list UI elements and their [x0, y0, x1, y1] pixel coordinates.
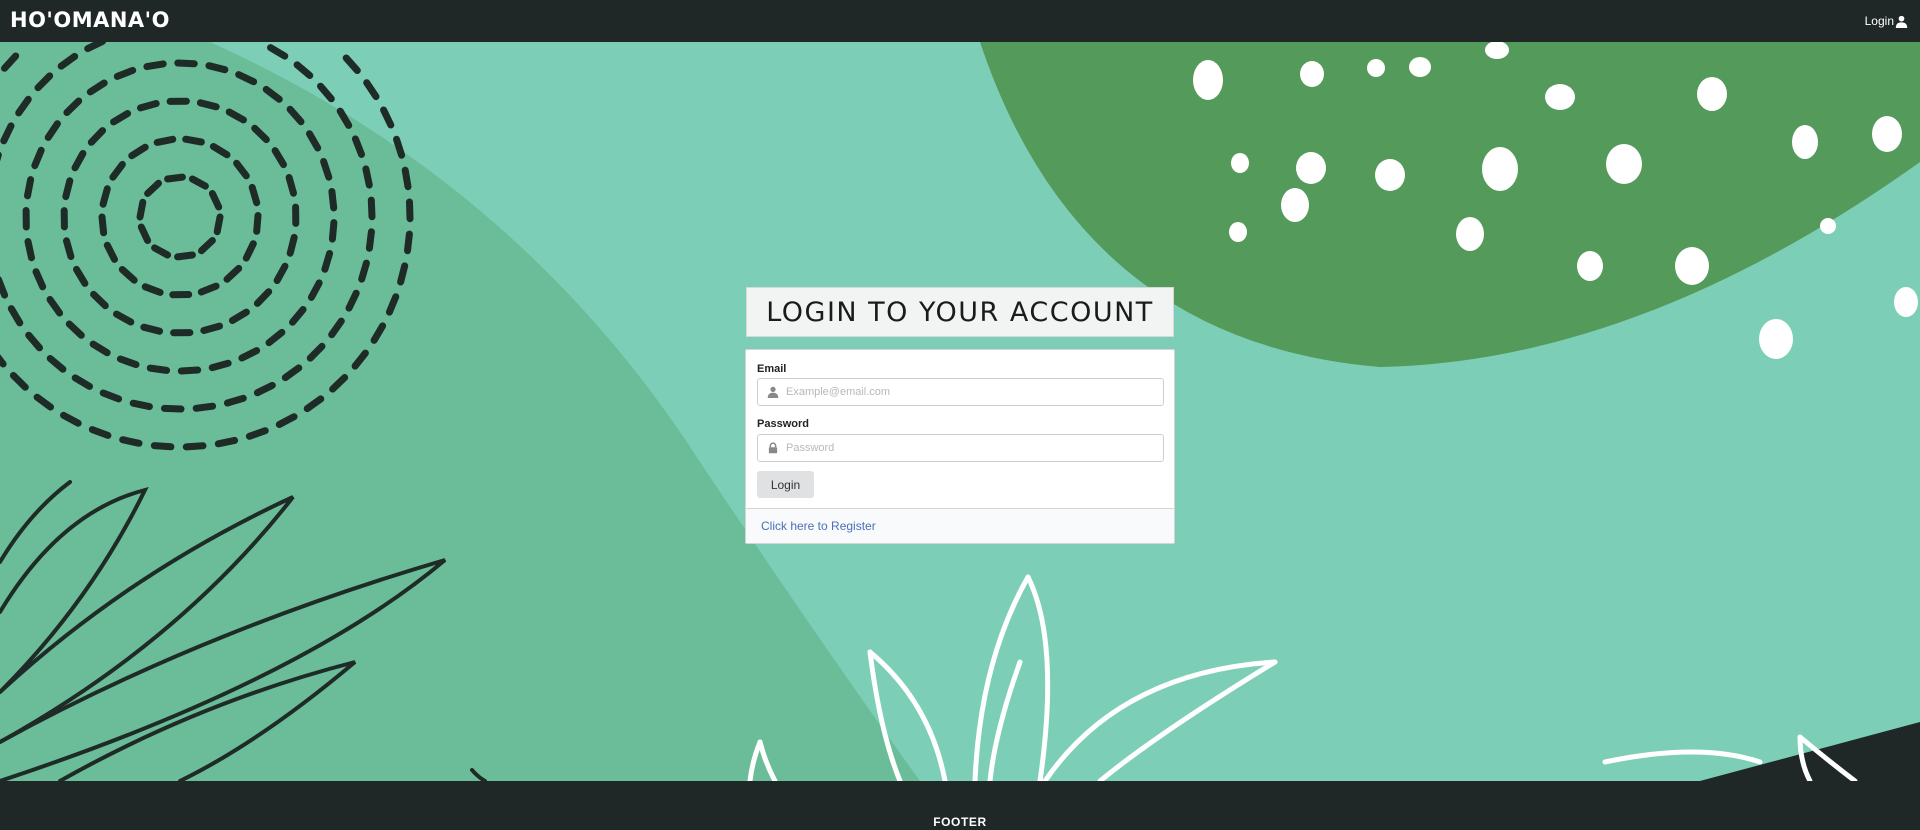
password-input[interactable] [786, 435, 1156, 461]
email-field-wrapper [757, 378, 1164, 406]
password-field-wrapper [757, 434, 1164, 462]
login-title-box: LOGIN TO YOUR ACCOUNT [746, 287, 1174, 337]
login-submit-button[interactable]: Login [757, 471, 814, 498]
lock-icon [768, 442, 778, 454]
brand-logo[interactable]: HO'OMANA'O [10, 8, 170, 32]
login-title: LOGIN TO YOUR ACCOUNT [766, 297, 1154, 328]
user-icon [1895, 15, 1908, 28]
register-link[interactable]: Click here to Register [761, 519, 876, 533]
email-label: Email [757, 363, 787, 375]
login-form: Email Password Login Click here to Regis… [745, 349, 1175, 544]
footer-text: FOOTER [933, 815, 987, 829]
page-footer: FOOTER [0, 781, 1920, 830]
user-icon [767, 386, 779, 398]
register-footer: Click here to Register [746, 508, 1174, 543]
email-input[interactable] [786, 379, 1156, 405]
password-label: Password [757, 418, 809, 430]
top-navbar: HO'OMANA'O Login [0, 0, 1920, 42]
nav-login-link[interactable]: Login [1865, 14, 1908, 28]
nav-login-label: Login [1864, 14, 1894, 28]
